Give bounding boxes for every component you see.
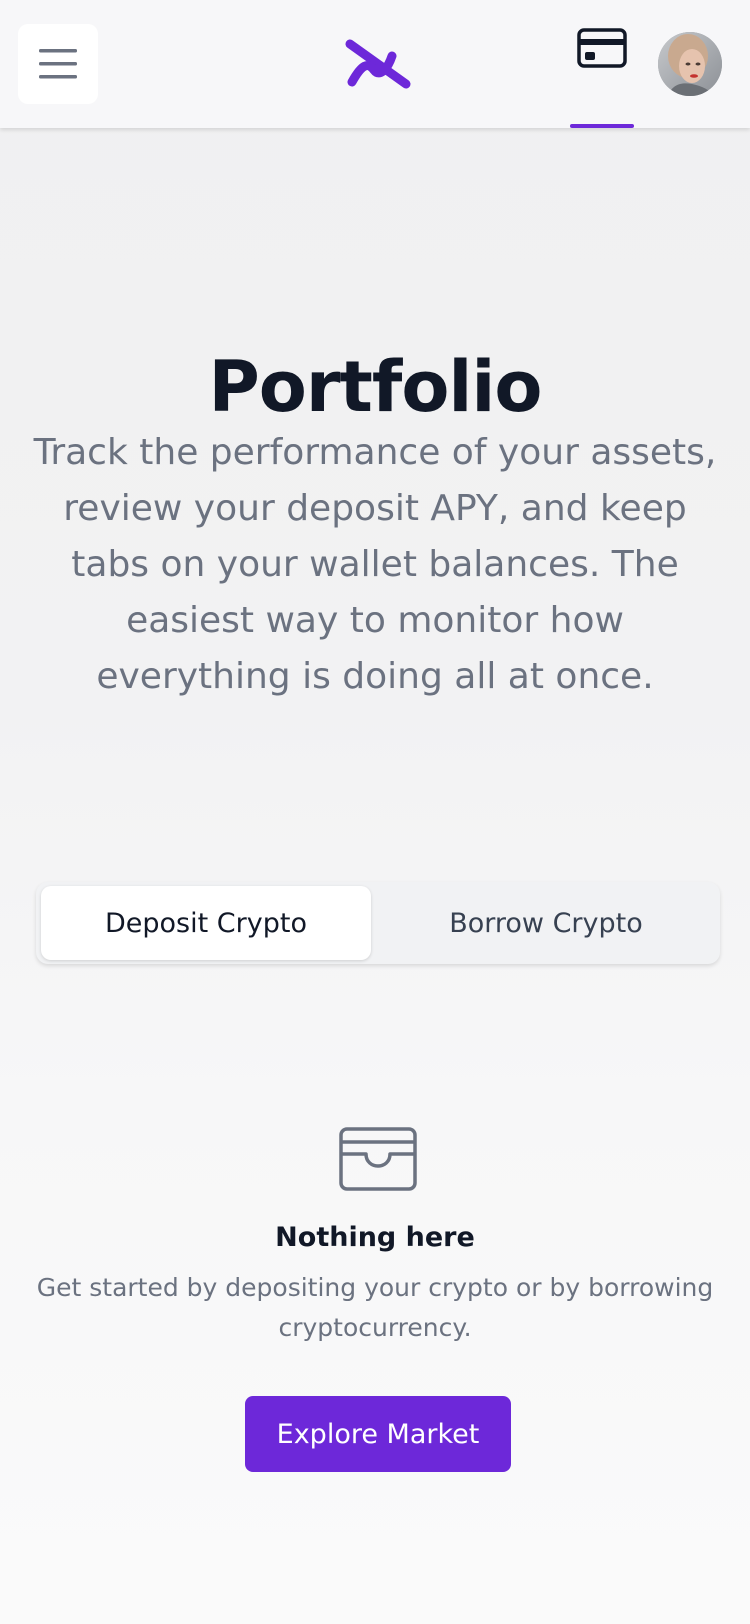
empty-state-description: Get started by depositing your crypto or… xyxy=(36,1273,714,1342)
wallet-icon xyxy=(339,1127,417,1191)
hamburger-menu-icon xyxy=(39,49,77,79)
user-avatar[interactable] xyxy=(658,32,722,96)
payment-card-tab[interactable] xyxy=(570,28,634,128)
menu-button[interactable] xyxy=(18,24,98,104)
avatar-portrait xyxy=(658,32,722,96)
brand-logo-icon[interactable] xyxy=(344,38,414,90)
tab-borrow-crypto[interactable]: Borrow Crypto xyxy=(381,886,711,960)
empty-state-title: Nothing here xyxy=(275,1222,475,1253)
credit-card-icon xyxy=(577,28,627,68)
top-navigation-bar xyxy=(0,0,750,128)
page-title: Portfolio xyxy=(208,345,542,428)
portfolio-tab-switcher: Deposit Crypto Borrow Crypto xyxy=(36,882,720,964)
explore-market-button[interactable]: Explore Market xyxy=(245,1396,511,1472)
tab-deposit-crypto[interactable]: Deposit Crypto xyxy=(41,886,371,960)
page-description: Track the performance of your assets, re… xyxy=(33,432,717,697)
active-tab-indicator xyxy=(570,124,634,128)
